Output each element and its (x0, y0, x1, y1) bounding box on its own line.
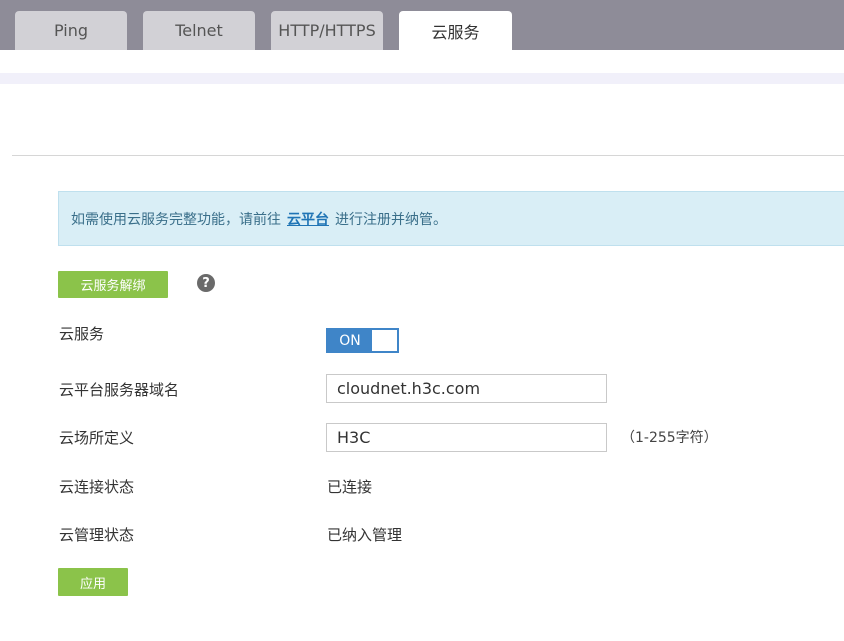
tab-telnet[interactable]: Telnet (143, 11, 255, 50)
tab-ping[interactable]: Ping (15, 11, 127, 50)
site-name-label: 云场所定义 (59, 429, 135, 447)
connect-status-value: 已连接 (327, 478, 373, 496)
toggle-on-label: ON (328, 330, 372, 351)
connect-status-label: 云连接状态 (59, 478, 135, 496)
site-name-input[interactable] (326, 423, 607, 452)
apply-button[interactable]: 应用 (58, 568, 128, 596)
tab-bar: Ping Telnet HTTP/HTTPS 云服务 (0, 0, 844, 50)
cloud-platform-link[interactable]: 云平台 (287, 209, 329, 229)
cloud-service-label: 云服务 (59, 325, 105, 343)
section-divider (12, 155, 844, 156)
server-domain-label: 云平台服务器域名 (59, 381, 180, 399)
help-icon[interactable]: ? (197, 274, 215, 292)
notice-prefix: 如需使用云服务完整功能，请前往 (71, 211, 281, 228)
site-name-hint: （1-255字符） (621, 430, 718, 446)
cloud-unbind-button[interactable]: 云服务解绑 (58, 271, 168, 298)
manage-status-value: 已纳入管理 (327, 526, 403, 544)
notice-suffix: 进行注册并纳管。 (335, 211, 447, 228)
tab-http-https[interactable]: HTTP/HTTPS (271, 11, 383, 50)
cloud-service-toggle[interactable]: ON (326, 328, 399, 353)
server-domain-input[interactable] (326, 374, 607, 403)
cloud-notice: 如需使用云服务完整功能，请前往 云平台 进行注册并纳管。 (58, 191, 844, 246)
header-stripe (0, 73, 844, 84)
manage-status-label: 云管理状态 (59, 526, 135, 544)
tab-cloud-service[interactable]: 云服务 (399, 11, 512, 50)
